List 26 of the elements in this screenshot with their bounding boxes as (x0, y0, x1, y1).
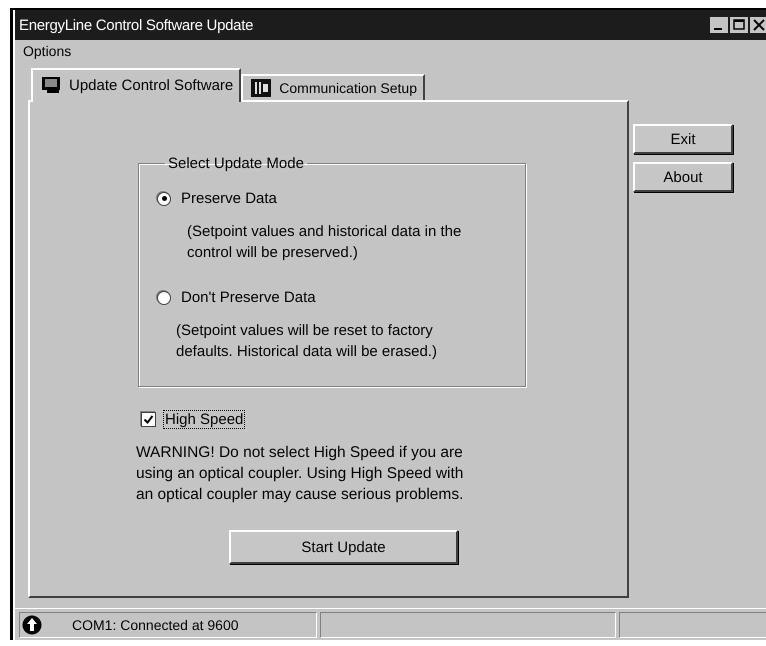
warning-text: WARNING! Do not select High Speed if you are using an optical coupler. Using High Speed with an optical coupler may cause serious problems. (136, 443, 464, 505)
group-title: Select Update Mode (167, 155, 305, 172)
radio-button[interactable] (157, 290, 171, 304)
connector-icon (251, 79, 272, 97)
tab[interactable]: Communication Setup (241, 74, 426, 100)
side-button[interactable]: Exit (633, 124, 733, 154)
close-icon[interactable] (750, 17, 766, 33)
side-button[interactable]: About (633, 162, 733, 192)
option-description: (Setpoint values will be reset to factory defaults. Historical data will be erased.) (176, 321, 438, 362)
monitor-icon (41, 76, 61, 94)
window-title: EnergyLine Control Software Update (19, 16, 254, 34)
radio-option[interactable]: Preserve Data (157, 190, 525, 207)
menu-item[interactable]: Options (23, 43, 72, 59)
radio-option[interactable]: Don't Preserve Data (157, 289, 525, 306)
option-label: Preserve Data (181, 190, 277, 207)
upload-icon (22, 615, 42, 635)
start-update-button[interactable]: Start Update (229, 530, 458, 564)
status-text: COM1: Connected at 9600 (72, 617, 239, 633)
maximize-icon[interactable] (730, 17, 748, 33)
radio-button[interactable] (157, 192, 171, 206)
checkbox[interactable] (141, 412, 156, 427)
tab[interactable]: Update Control Software (31, 68, 242, 102)
option-description: (Setpoint values and historical data in the control will be preserved.) (187, 222, 462, 263)
option-label: Don't Preserve Data (181, 289, 316, 306)
checkbox-label[interactable]: High Speed (164, 411, 244, 428)
minimize-icon[interactable] (710, 17, 728, 33)
